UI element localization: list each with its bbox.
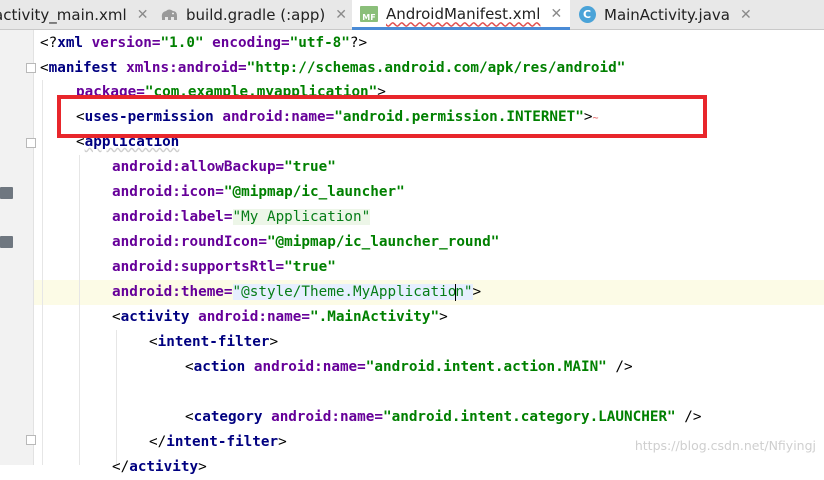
- editor-tab-bar: activity_main.xml ✕ build.gradle (:app) …: [0, 0, 824, 30]
- image-preview-icon[interactable]: [0, 236, 13, 248]
- fold-marker-icon[interactable]: [26, 138, 36, 148]
- indent-guide: [42, 80, 43, 465]
- close-icon[interactable]: ✕: [335, 7, 347, 23]
- editor-gutter: [0, 30, 36, 465]
- indent-guide: [116, 330, 117, 465]
- indent-guide: [79, 155, 80, 465]
- class-c-icon: C: [578, 6, 596, 24]
- code-line-supports-rtl: android:supportsRtl="true": [112, 259, 336, 275]
- tab-activity-main[interactable]: activity_main.xml ✕: [0, 0, 155, 29]
- fold-marker-icon[interactable]: [26, 63, 36, 73]
- close-icon[interactable]: ✕: [550, 6, 562, 22]
- code-line-activity: <activity android:name=".MainActivity">: [112, 309, 448, 325]
- code-line-intent-filter-close: </intent-filter>: [149, 434, 287, 450]
- code-line-label: android:label="My Application": [112, 209, 371, 225]
- tab-label: AndroidManifest.xml: [386, 4, 541, 23]
- code-line-2: <manifest xmlns:android="http://schemas.…: [40, 60, 626, 76]
- close-icon[interactable]: ✕: [137, 7, 149, 23]
- tab-android-manifest[interactable]: MF AndroidManifest.xml ✕: [352, 0, 570, 30]
- tab-main-activity[interactable]: C MainActivity.java ✕: [572, 0, 772, 29]
- image-preview-icon[interactable]: [0, 187, 13, 199]
- watermark: https://blog.csdn.net/Nfiyingj: [634, 438, 816, 453]
- code-line-round-icon: android:roundIcon="@mipmap/ic_launcher_r…: [112, 234, 500, 250]
- code-line-theme: android:theme="@style/Theme.MyApplicatio…: [112, 283, 482, 301]
- tab-label: MainActivity.java: [604, 5, 730, 24]
- gradle-elephant-icon: [160, 6, 178, 24]
- code-line-icon: android:icon="@mipmap/ic_launcher": [112, 184, 405, 200]
- code-line-category: <category android:name="android.intent.c…: [185, 409, 702, 425]
- tab-label: build.gradle (:app): [186, 5, 326, 24]
- code-line-allow-backup: android:allowBackup="true": [112, 159, 336, 175]
- manifest-file-icon: MF: [360, 5, 378, 23]
- code-line-action: <action android:name="android.intent.act…: [185, 359, 633, 375]
- code-line-activity-close: </activity>: [112, 459, 207, 475]
- close-icon[interactable]: ✕: [740, 7, 752, 23]
- fold-marker-icon[interactable]: [26, 435, 36, 445]
- code-line-1: <?xml version="1.0" encoding="utf-8"?>: [40, 35, 368, 51]
- annotation-highlight-box: [57, 95, 707, 138]
- tab-build-gradle[interactable]: build.gradle (:app) ✕: [160, 0, 350, 29]
- tab-label: activity_main.xml: [0, 5, 127, 24]
- code-line-intent-filter-open: <intent-filter>: [149, 334, 279, 350]
